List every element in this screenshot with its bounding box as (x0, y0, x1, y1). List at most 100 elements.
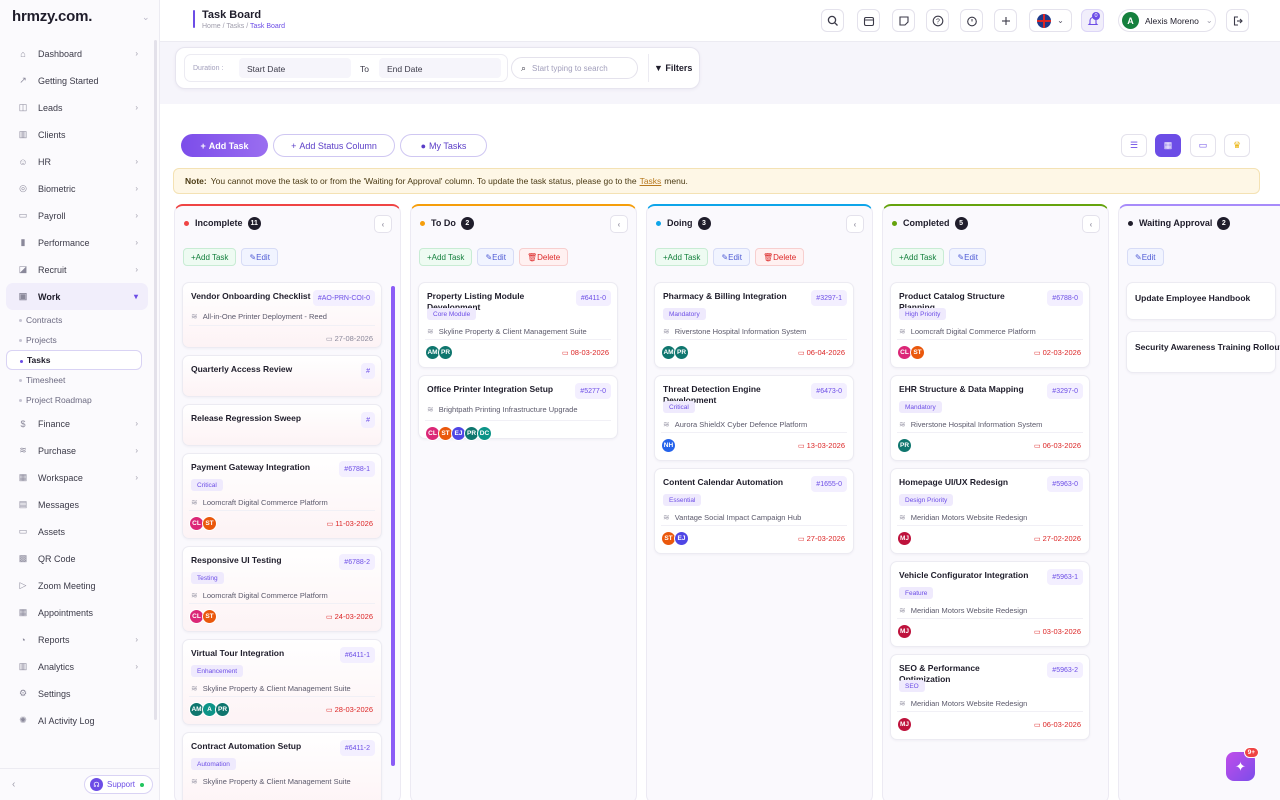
trophy-icon[interactable]: ♛ (1224, 134, 1250, 157)
sidebar-item-qr-code[interactable]: ▩ QR Code (0, 545, 154, 572)
task-card[interactable]: Threat Detection Engine Development #6473… (654, 375, 854, 461)
add-task-button[interactable]: + Add Task (181, 134, 268, 157)
sidebar-item-hr[interactable]: ☺ HR › (0, 148, 154, 175)
scroll-thumb[interactable] (391, 286, 395, 766)
tasks-link[interactable]: Tasks (640, 176, 662, 186)
edit-button[interactable]: ✎ Edit (713, 248, 750, 266)
column-scrollbar[interactable] (390, 276, 396, 800)
add-task-button[interactable]: + Add Task (183, 248, 237, 266)
sidebar-item-biometric[interactable]: ◎ Biometric › (0, 175, 154, 202)
avatar[interactable]: MJ (897, 717, 912, 732)
sidebar-item-purchase[interactable]: ≋ Purchase › (0, 437, 154, 464)
sidebar-item-ai-activity-log[interactable]: ✺ AI Activity Log (0, 707, 154, 734)
chevron-down-icon[interactable]: ⌄ (142, 12, 150, 23)
task-card[interactable]: Content Calendar Automation #1655-0 Essent… (654, 468, 854, 554)
task-card[interactable]: Vendor Onboarding Checklist #AO-PRN-COI-0… (182, 282, 382, 348)
task-card[interactable]: Vehicle Configurator Integration #5963-1 F… (890, 561, 1090, 647)
sidebar-item-appointments[interactable]: ▦ Appointments (0, 599, 154, 626)
calendar-view-icon[interactable]: ▭ (1190, 134, 1216, 157)
sidebar-item-analytics[interactable]: ▥ Analytics › (0, 653, 154, 680)
avatar[interactable]: PR (215, 702, 230, 717)
plus-icon[interactable] (994, 9, 1017, 32)
avatar[interactable]: ST (910, 345, 925, 360)
calendar-icon[interactable] (857, 9, 880, 32)
delete-button[interactable]: 🗑︎ Delete (518, 248, 569, 266)
task-card[interactable]: Payment Gateway Integration #6788-1 Critic… (182, 453, 382, 539)
avatar[interactable]: PR (674, 345, 689, 360)
breadcrumb-tasks[interactable]: Tasks (226, 23, 244, 30)
add-task-button[interactable]: + Add Task (419, 248, 473, 266)
task-card[interactable]: EHR Structure & Data Mapping #3297-0 Manda… (890, 375, 1090, 461)
task-card[interactable]: Security Awareness Training Rollout (1126, 331, 1280, 373)
list-view-icon[interactable]: ☰ (1121, 134, 1147, 157)
search-icon[interactable] (821, 9, 844, 32)
sidebar-item-leads[interactable]: ◫ Leads › (0, 94, 154, 121)
start-date-field[interactable]: Start Date (239, 58, 351, 78)
avatar[interactable]: PR (438, 345, 453, 360)
edit-button[interactable]: ✎ Edit (1127, 248, 1164, 266)
collapse-sidebar-icon[interactable]: ‹ (12, 779, 15, 790)
board-view-icon[interactable]: ▦ (1155, 134, 1181, 157)
avatar[interactable]: PR (897, 438, 912, 453)
task-card[interactable]: SEO & Performance Optimization #5963-2 SEO… (890, 654, 1090, 740)
sidebar-sub-project-roadmap[interactable]: Project Roadmap (0, 390, 154, 410)
collapse-column-icon[interactable]: ‹ (1082, 215, 1100, 233)
edit-button[interactable]: ✎ Edit (949, 248, 986, 266)
edit-button[interactable]: ✎ Edit (241, 248, 278, 266)
timer-icon[interactable] (960, 9, 983, 32)
avatar[interactable]: MJ (897, 624, 912, 639)
add-task-button[interactable]: + Add Task (891, 248, 945, 266)
task-card[interactable]: Property Listing Module Development #6411… (418, 282, 618, 368)
filters-button[interactable]: ▼ Filters (654, 63, 692, 73)
help-icon[interactable]: ? (926, 9, 949, 32)
end-date-field[interactable]: End Date (379, 58, 501, 78)
avatar[interactable]: EJ (674, 531, 689, 546)
task-card[interactable]: Homepage UI/UX Redesign #5963-0 Design Pri… (890, 468, 1090, 554)
task-card[interactable]: Virtual Tour Integration #6411-1 Enhanceme… (182, 639, 382, 725)
notification-bell-icon[interactable]: 0 (1081, 9, 1104, 32)
sidebar-item-settings[interactable]: ⚙ Settings (0, 680, 154, 707)
support-button[interactable]: ☊ Support (84, 775, 154, 794)
sidebar-sub-contracts[interactable]: Contracts (0, 310, 154, 330)
language-selector[interactable]: ⌄ (1029, 9, 1072, 32)
collapse-column-icon[interactable]: ‹ (846, 215, 864, 233)
sidebar-item-work[interactable]: ▣ Work ▾ (6, 283, 148, 310)
avatar[interactable]: NH (661, 438, 676, 453)
avatar[interactable]: ST (202, 516, 217, 531)
sidebar-item-clients[interactable]: ▥ Clients (0, 121, 154, 148)
ai-assistant-button[interactable]: ✦ 9+ (1226, 747, 1259, 781)
add-task-button[interactable]: + Add Task (655, 248, 709, 266)
sidebar-sub-tasks[interactable]: Tasks (6, 350, 142, 370)
task-card[interactable]: Release Regression Sweep # (182, 404, 382, 446)
logout-icon[interactable] (1226, 9, 1249, 32)
sidebar-item-getting-started[interactable]: ↗ Getting Started (0, 67, 154, 94)
sidebar-item-dashboard[interactable]: ⌂ Dashboard › (0, 40, 154, 67)
collapse-column-icon[interactable]: ‹ (610, 215, 628, 233)
avatar[interactable]: DC (477, 426, 492, 441)
brand-logo[interactable]: hrmzy.com. (12, 8, 92, 25)
sticky-note-icon[interactable] (892, 9, 915, 32)
task-card[interactable]: Product Catalog Structure Planning #6788-… (890, 282, 1090, 368)
user-menu[interactable]: A Alexis Moreno ⌄ (1118, 9, 1216, 32)
sidebar-sub-projects[interactable]: Projects (0, 330, 154, 350)
search-input[interactable]: ⌕ Start typing to search (511, 57, 638, 79)
sidebar-item-workspace[interactable]: ▦ Workspace › (0, 464, 154, 491)
sidebar-item-assets[interactable]: ▭ Assets (0, 518, 154, 545)
task-card[interactable]: Quarterly Access Review # (182, 355, 382, 397)
collapse-column-icon[interactable]: ‹ (374, 215, 392, 233)
sidebar-sub-timesheet[interactable]: Timesheet (0, 370, 154, 390)
sidebar-scrollbar[interactable] (154, 40, 157, 720)
delete-button[interactable]: 🗑︎ Delete (754, 248, 805, 266)
sidebar-item-performance[interactable]: ▮ Performance › (0, 229, 154, 256)
task-card[interactable]: Update Employee Handbook (1126, 282, 1276, 320)
edit-button[interactable]: ✎ Edit (477, 248, 514, 266)
sidebar-item-payroll[interactable]: ▭ Payroll › (0, 202, 154, 229)
sidebar-item-zoom-meeting[interactable]: ▷ Zoom Meeting (0, 572, 154, 599)
task-card[interactable]: Office Printer Integration Setup #5277-0 ≋… (418, 375, 618, 441)
sidebar-item-reports[interactable]: ◔ Reports › (0, 626, 154, 653)
sidebar-item-messages[interactable]: ▤ Messages (0, 491, 154, 518)
my-tasks-button[interactable]: ● My Tasks (400, 134, 487, 157)
avatar[interactable]: ST (202, 609, 217, 624)
sidebar-item-recruit[interactable]: ◪ Recruit › (0, 256, 154, 283)
task-card[interactable]: Contract Automation Setup #6411-2 Automati… (182, 732, 382, 800)
